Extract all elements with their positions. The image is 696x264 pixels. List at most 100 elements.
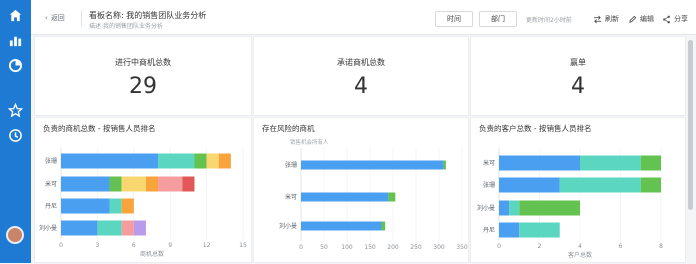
y-category-label: 刘小曼 (279, 222, 297, 230)
clock-icon[interactable] (8, 128, 23, 143)
bar-segment (109, 176, 122, 192)
y-category-label: 张珊 (45, 157, 57, 165)
bar-segment (194, 153, 207, 169)
edit-label: 编辑 (640, 15, 654, 23)
x-tick-label: 4 (578, 243, 582, 250)
bar-chart-icon[interactable] (8, 33, 23, 48)
home-icon[interactable] (8, 8, 23, 23)
kpi-value: 4 (571, 74, 585, 99)
x-tick-label: 3 (95, 242, 99, 249)
x-axis-label: 客户总数 (568, 251, 592, 259)
bar-segment (640, 177, 661, 193)
x-tick-label: 150 (364, 244, 376, 251)
bar-segment (381, 221, 386, 231)
x-axis-label: 商机总数 (140, 250, 164, 258)
refresh-icon (593, 15, 602, 23)
y-category-label: 米可 (45, 180, 57, 188)
y-category-label: 米可 (285, 193, 297, 201)
stacked-bar-chart-customers: 0 2 4 6 8 米可张珊刘小曼丹尼客户总数 (477, 148, 663, 259)
x-tick-label: 0 (59, 242, 63, 249)
bar-segment (580, 155, 641, 171)
time-filter-button[interactable]: 时间 (435, 11, 473, 27)
bar-segment (443, 160, 446, 170)
x-tick-label: 0 (299, 244, 303, 251)
x-tick-label: 2 (538, 243, 542, 250)
bar-segment (133, 220, 146, 236)
bar-segment (121, 176, 146, 192)
x-tick-label: 15 (239, 242, 247, 249)
nav-rail (0, 0, 31, 263)
bar-segment (388, 192, 396, 202)
bar-segment (158, 176, 183, 192)
y-category-label: 丹尼 (483, 227, 495, 234)
bar-segment (499, 200, 510, 216)
kpi-label: 承诺商机总数 (337, 58, 385, 67)
share-icon (663, 15, 670, 23)
x-tick-label: 12 (203, 242, 211, 249)
chevron-left-icon: ‹ (45, 14, 48, 22)
bar-segment (519, 200, 580, 216)
stacked-bar-chart-at-risk: 0 50 100 150 200 250 300 350 张珊米可刘小曼 (279, 148, 468, 251)
kpi-card-open-opportunities: 进行中商机总数 29 (34, 36, 252, 116)
y-category-label: 张珊 (285, 161, 297, 169)
y-category-label: 丹尼 (45, 203, 57, 210)
bar-segment (61, 198, 110, 214)
x-tick-label: 8 (659, 243, 663, 250)
x-tick-label: 250 (410, 244, 422, 251)
dashboard-main: ‹ 返回 看板名称: 我的销售团队业务分析 描述:我的销售团队业务分析 时间 部… (31, 0, 696, 263)
bar-segment (499, 155, 580, 171)
bar-segment (145, 176, 159, 192)
bar-segment (97, 220, 122, 236)
department-filter-button[interactable]: 部门 (479, 11, 517, 27)
page-title: 看板名称: 我的销售团队业务分析 (89, 11, 207, 20)
x-tick-label: 6 (132, 242, 136, 249)
header-bar: ‹ 返回 看板名称: 我的销售团队业务分析 描述:我的销售团队业务分析 时间 部… (31, 0, 696, 35)
bar-segment (301, 160, 444, 170)
y-category-label: 张珊 (483, 181, 495, 189)
kpi-value: 29 (129, 74, 157, 99)
bar-segment (61, 176, 110, 192)
bar-segment (206, 153, 219, 169)
page-subtitle: 描述:我的销售团队业务分析 (89, 23, 164, 30)
share-button[interactable]: 分享 (662, 14, 688, 24)
chart-card-customers-by-rep: 负责的客户总数 - 按销售人员排名 0 2 4 6 8 米可 张珊 刘小曼 丹尼 客户总数 (470, 117, 686, 263)
refresh-button[interactable]: 刷新 (593, 14, 619, 24)
x-tick-label: 350 (456, 244, 468, 251)
bar-segment (61, 153, 159, 169)
bar-segment (301, 192, 389, 202)
x-tick-label: 6 (619, 243, 623, 250)
avatar[interactable] (6, 226, 24, 244)
pencil-icon (629, 15, 637, 23)
refresh-label: 刷新 (605, 15, 619, 23)
star-icon[interactable] (8, 103, 23, 118)
x-tick-label: 50 (320, 244, 328, 251)
bar-segment (158, 153, 195, 169)
kpi-label: 赢单 (570, 58, 586, 67)
bar-segment (509, 200, 520, 216)
page-scrollbar[interactable] (688, 40, 693, 210)
bar-segment (519, 222, 560, 238)
pie-chart-icon[interactable] (8, 58, 23, 73)
kpi-label: 进行中商机总数 (115, 58, 171, 67)
stacked-bar-chart-opportunities: 0 3 6 9 12 15 张珊米可丹尼刘小曼商机总数 (39, 148, 247, 258)
share-label: 分享 (674, 15, 688, 23)
x-tick-label: 0 (497, 243, 501, 250)
y-category-label: 刘小曼 (477, 204, 495, 212)
kpi-card-committed-opportunities: 承诺商机总数 4 (253, 36, 469, 116)
bar-segment (121, 220, 134, 236)
bar-segment (61, 220, 98, 236)
bar-segment (121, 198, 134, 214)
bar-segment (640, 155, 661, 171)
bar-segment (218, 153, 231, 169)
bar-segment (499, 177, 560, 193)
chart-card-opportunities-by-rep: 负责的商机总数 - 按销售人员排名 0 3 6 9 12 15 张珊 米可 丹尼 刘小曼 商机总数 (34, 117, 252, 263)
kpi-value: 4 (354, 74, 368, 99)
bar-segment (499, 222, 520, 238)
x-tick-label: 100 (341, 244, 353, 251)
x-tick-label: 9 (168, 242, 172, 249)
edit-button[interactable]: 编辑 (628, 14, 654, 24)
back-button[interactable]: ‹ 返回 (45, 13, 65, 23)
bar-segment (182, 176, 195, 192)
x-tick-label: 300 (433, 244, 445, 251)
bar-segment (559, 177, 641, 193)
